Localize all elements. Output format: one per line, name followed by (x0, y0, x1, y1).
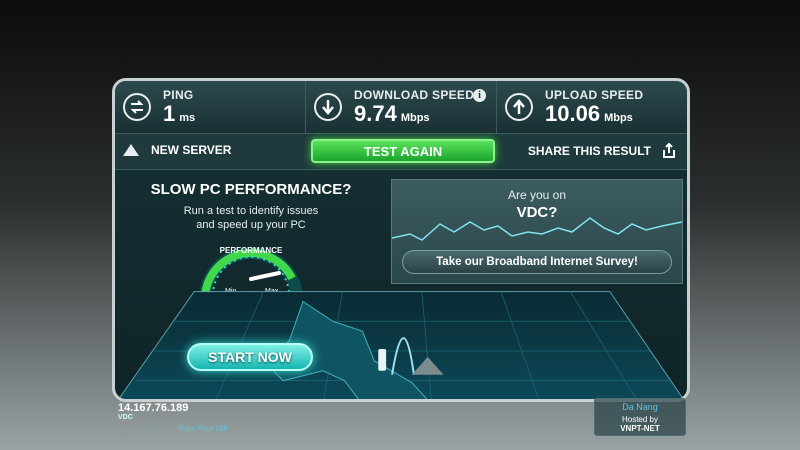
triangle-icon (123, 144, 139, 156)
ping-stat: PING 1 ms (115, 81, 306, 133)
hosted-by-label: Hosted by (621, 415, 659, 424)
speedtest-panel: PING 1 ms DOWNLOAD SPEED 9.74 Mbps i UPL… (112, 78, 690, 402)
share-label: SHARE THIS RESULT (527, 144, 651, 158)
gauge-needle (249, 271, 281, 281)
start-now-button[interactable]: START NOW (187, 343, 313, 371)
new-server-button[interactable]: NEW SERVER (123, 143, 231, 157)
upload-unit: Mbps (604, 112, 633, 124)
star-icon[interactable]: ☆ (151, 422, 161, 435)
action-bar: NEW SERVER TEST AGAIN SHARE THIS RESULT (115, 134, 687, 170)
survey-button[interactable]: Take our Broadband Internet Survey! (402, 250, 672, 274)
download-arrow-icon (314, 93, 342, 121)
new-server-label: NEW SERVER (151, 143, 232, 157)
client-info: 14.167.76.189 VDC ☆ ☆ ☆ ☆ ☆ Rate Your IS… (118, 402, 229, 435)
download-label: DOWNLOAD SPEED (354, 88, 475, 102)
results-bar: PING 1 ms DOWNLOAD SPEED 9.74 Mbps i UPL… (115, 81, 687, 134)
star-icon[interactable]: ☆ (140, 422, 150, 435)
rate-isp-link[interactable]: Rate Your ISP (178, 424, 228, 433)
ping-label: PING (163, 88, 194, 102)
upload-stat: UPLOAD SPEED 10.06 Mbps (497, 81, 687, 133)
ping-unit: ms (179, 112, 196, 124)
ping-value: 1 (163, 101, 176, 126)
survey-question: Are you on (507, 188, 567, 202)
info-icon[interactable]: i (473, 89, 486, 102)
download-value: 9.74 (354, 101, 397, 126)
star-icon[interactable]: ☆ (129, 422, 139, 435)
gauge-label: PERFORMANCE (220, 246, 283, 255)
test-again-button[interactable]: TEST AGAIN (311, 139, 495, 163)
upload-arrow-icon (505, 93, 533, 121)
share-result-button[interactable]: SHARE THIS RESULT (527, 142, 677, 159)
share-icon (661, 142, 677, 159)
upload-value: 10.06 (545, 101, 601, 126)
server-info[interactable]: Da Nang Hosted by VNPT-NET (594, 398, 686, 436)
upload-label: UPLOAD SPEED (545, 88, 644, 102)
ping-icon (123, 93, 151, 121)
client-ip: 14.167.76.189 (118, 402, 189, 414)
download-stat: DOWNLOAD SPEED 9.74 Mbps i (306, 81, 497, 133)
client-marker (378, 348, 387, 371)
star-icon[interactable]: ☆ (162, 422, 172, 435)
survey-wave (392, 217, 682, 241)
client-isp: VDC (118, 414, 133, 421)
isp-survey-ad: Are you on VDC? Take our Broadband Inter… (391, 179, 683, 284)
ad-title: SLOW PC PERFORMANCE? (150, 181, 352, 198)
server-city: Da Nang (622, 402, 658, 412)
download-unit: Mbps (400, 112, 430, 124)
ad-subtitle-line1: Run a test to identify issues (183, 205, 319, 217)
server-host: VNPT-NET (620, 424, 660, 433)
isp-rating: ☆ ☆ ☆ ☆ ☆ Rate Your ISP (118, 422, 229, 435)
star-icon[interactable]: ☆ (118, 422, 128, 435)
